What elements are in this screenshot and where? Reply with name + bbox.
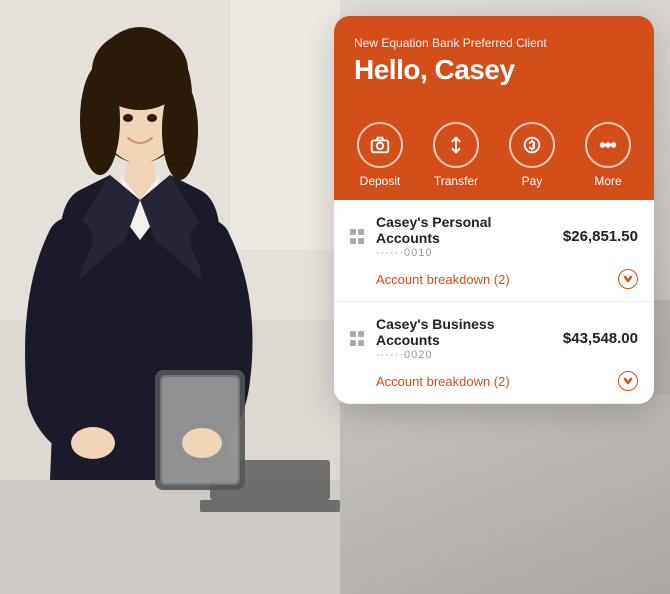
- more-label: More: [594, 174, 621, 188]
- business-account-row: Casey's Business Accounts ······0020 $43…: [334, 302, 654, 365]
- pay-icon-circle: [509, 122, 555, 168]
- personal-account-info: Casey's Personal Accounts ······0010: [376, 214, 553, 259]
- personal-account-section: Casey's Personal Accounts ······0010 $26…: [334, 200, 654, 302]
- bank-subtitle: New Equation Bank Preferred Client: [354, 36, 634, 50]
- chevron-down-icon: [623, 274, 633, 284]
- deposit-button[interactable]: Deposit: [357, 122, 403, 188]
- business-breakdown-link[interactable]: Account breakdown (2): [376, 374, 510, 389]
- personal-account-balance: $26,851.50: [563, 228, 638, 245]
- pay-icon: [521, 134, 543, 156]
- business-account-info: Casey's Business Accounts ······0020: [376, 316, 553, 361]
- transfer-label: Transfer: [434, 174, 478, 188]
- personal-account-number: ······0010: [376, 247, 553, 259]
- banking-card: New Equation Bank Preferred Client Hello…: [334, 16, 654, 404]
- pay-label: Pay: [522, 174, 543, 188]
- more-button[interactable]: More: [585, 122, 631, 188]
- business-account-section: Casey's Business Accounts ······0020 $43…: [334, 302, 654, 404]
- business-account-name: Casey's Business Accounts: [376, 316, 553, 348]
- more-icon-circle: [585, 122, 631, 168]
- personal-chevron-button[interactable]: [618, 269, 638, 289]
- transfer-button[interactable]: Transfer: [433, 122, 479, 188]
- chevron-down-icon-2: [623, 376, 633, 386]
- business-breakdown-row: Account breakdown (2): [334, 365, 654, 403]
- grid-icon-business: [350, 331, 366, 347]
- transfer-icon: [445, 134, 467, 156]
- greeting-text: Hello, Casey: [354, 54, 634, 86]
- grid-icon-personal: [350, 229, 366, 245]
- business-account-balance: $43,548.00: [563, 330, 638, 347]
- card-header: New Equation Bank Preferred Client Hello…: [334, 16, 654, 106]
- deposit-label: Deposit: [360, 174, 401, 188]
- personal-breakdown-link[interactable]: Account breakdown (2): [376, 272, 510, 287]
- action-buttons-row: Deposit Transfer Pay: [334, 106, 654, 200]
- deposit-icon-circle: [357, 122, 403, 168]
- accounts-list: Casey's Personal Accounts ······0010 $26…: [334, 200, 654, 404]
- transfer-icon-circle: [433, 122, 479, 168]
- business-chevron-button[interactable]: [618, 371, 638, 391]
- personal-breakdown-row: Account breakdown (2): [334, 263, 654, 301]
- pay-button[interactable]: Pay: [509, 122, 555, 188]
- more-icon: [597, 134, 619, 156]
- camera-icon: [369, 134, 391, 156]
- personal-account-row: Casey's Personal Accounts ······0010 $26…: [334, 200, 654, 263]
- business-account-number: ······0020: [376, 349, 553, 361]
- personal-account-name: Casey's Personal Accounts: [376, 214, 553, 246]
